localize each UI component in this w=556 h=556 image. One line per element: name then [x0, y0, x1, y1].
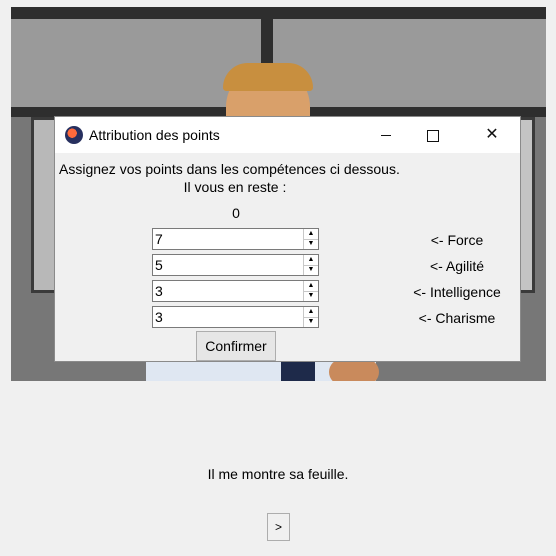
agility-label: <- Agilité: [429, 258, 485, 274]
spinbox-value[interactable]: 5: [155, 257, 163, 273]
spin-down-icon[interactable]: ▼: [304, 265, 318, 275]
close-button[interactable]: ✕: [469, 117, 515, 153]
close-icon: ✕: [485, 126, 499, 143]
character-hand: [329, 359, 379, 381]
confirm-button[interactable]: Confirmer: [196, 331, 276, 361]
maximize-icon: [427, 130, 439, 142]
remaining-label: Il vous en reste :: [183, 179, 287, 195]
charisma-spinbox[interactable]: 3 ▲ ▼: [152, 306, 319, 328]
force-spinbox[interactable]: 7 ▲ ▼: [152, 228, 319, 250]
spinbox-value[interactable]: 7: [155, 231, 163, 247]
points-dialog: Attribution des points ✕ Assignez vos po…: [54, 116, 521, 362]
spinbox-arrows: ▲ ▼: [303, 255, 318, 275]
intelligence-spinbox[interactable]: 3 ▲ ▼: [152, 280, 319, 302]
spinbox-arrows: ▲ ▼: [303, 281, 318, 301]
minimize-button[interactable]: [363, 117, 409, 153]
intelligence-label: <- Intelligence: [413, 284, 501, 300]
instruction-text: Assignez vos points dans les compétences…: [59, 161, 400, 177]
agility-spinbox[interactable]: 5 ▲ ▼: [152, 254, 319, 276]
spinbox-arrows: ▲ ▼: [303, 229, 318, 249]
spin-down-icon[interactable]: ▼: [304, 239, 318, 249]
spinbox-value[interactable]: 3: [155, 283, 163, 299]
remaining-value: 0: [232, 205, 240, 221]
charisma-label: <- Charisme: [418, 310, 496, 326]
app-icon: [65, 126, 83, 144]
next-button[interactable]: >: [267, 513, 290, 541]
dialog-titlebar[interactable]: Attribution des points ✕: [55, 117, 520, 153]
scene-beam: [11, 7, 546, 19]
character-hair: [223, 63, 313, 91]
minimize-icon: [381, 135, 391, 136]
spinbox-arrows: ▲ ▼: [303, 307, 318, 327]
spin-down-icon[interactable]: ▼: [304, 317, 318, 327]
force-label: <- Force: [430, 232, 484, 248]
spin-down-icon[interactable]: ▼: [304, 291, 318, 301]
maximize-button[interactable]: [409, 117, 455, 153]
spinbox-value[interactable]: 3: [155, 309, 163, 325]
dialog-title: Attribution des points: [89, 127, 220, 143]
narration-text: Il me montre sa feuille.: [207, 466, 349, 482]
